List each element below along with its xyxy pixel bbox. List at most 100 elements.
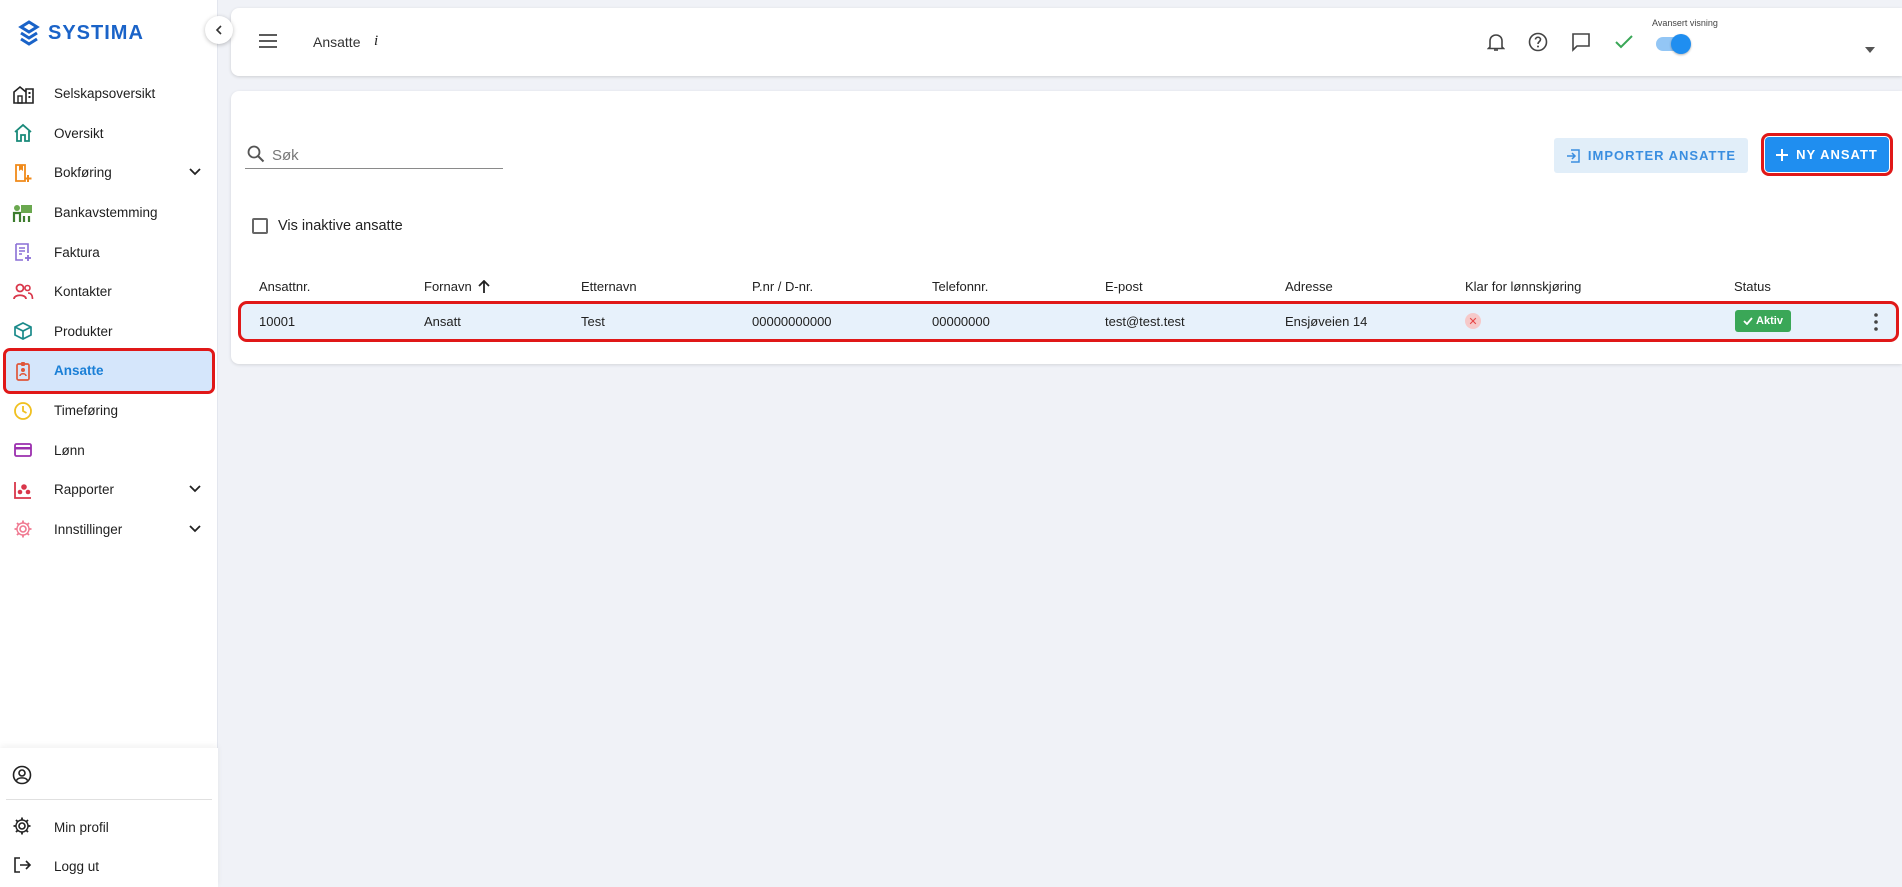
show-inactive-label: Vis inaktive ansatte (278, 218, 403, 234)
sidebar-item-bankavstemming[interactable]: Bankavstemming (0, 193, 218, 233)
column-header-label: Fornavn (424, 279, 472, 294)
logout-icon (12, 855, 32, 878)
logout-label: Logg ut (54, 859, 100, 874)
sidebar-item-faktura[interactable]: Faktura (0, 232, 218, 272)
building-icon (12, 83, 34, 105)
search-field[interactable] (245, 141, 503, 169)
logo-text: SYSTIMA (48, 21, 144, 44)
cell-telefon: 00000000 (932, 314, 990, 329)
sidebar-item-label: Faktura (54, 244, 100, 260)
clock-icon (12, 400, 34, 422)
sidebar-item-timeforing[interactable]: Timeføring (0, 391, 218, 431)
cell-epost: test@test.test (1105, 314, 1185, 329)
sidebar-item-label: Selskapsoversikt (54, 86, 156, 102)
cell-pnr: 00000000000 (752, 314, 832, 329)
column-header-telefon[interactable]: Telefonnr. (932, 279, 988, 294)
column-header-epost[interactable]: E-post (1105, 279, 1143, 294)
menu-icon[interactable] (259, 34, 277, 51)
column-header-status[interactable]: Status (1734, 279, 1771, 294)
sidebar-item-oversikt[interactable]: Oversikt (0, 114, 218, 154)
column-header-fornavn[interactable]: Fornavn (424, 279, 490, 294)
sidebar-item-lonn[interactable]: Lønn (0, 430, 218, 470)
sidebar-item-label: Bokføring (54, 165, 112, 181)
chevron-down-icon[interactable] (188, 165, 202, 182)
cube-icon (12, 320, 34, 342)
sidebar-item-ansatte[interactable]: Ansatte (3, 348, 215, 394)
gear-icon (12, 816, 32, 839)
column-header-etternavn[interactable]: Etternavn (581, 279, 637, 294)
cell-adresse: Ensjøveien 14 (1285, 314, 1368, 329)
chevron-down-icon[interactable] (188, 522, 202, 539)
invoice-icon (12, 241, 34, 263)
logo[interactable]: SYSTIMA (18, 20, 144, 46)
check-icon (1743, 317, 1753, 325)
divider (6, 799, 212, 800)
sidebar-item-label: Produkter (54, 323, 113, 339)
search-input[interactable] (272, 143, 497, 167)
sidebar-item-innstillinger[interactable]: Innstillinger (0, 510, 218, 550)
not-ready-icon: ✕ (1465, 313, 1481, 329)
sidebar-item-selskapsoversikt[interactable]: Selskapsoversikt (0, 74, 218, 114)
bank-icon (12, 202, 34, 224)
advanced-view-toggle[interactable] (1656, 34, 1691, 54)
import-icon (1566, 148, 1580, 163)
sidebar-item-label: Innstillinger (54, 521, 123, 537)
badge-icon (12, 360, 34, 382)
info-icon[interactable]: i (374, 33, 378, 50)
column-header-ansattnr[interactable]: Ansattnr. (259, 279, 310, 294)
advanced-view-label: Avansert visning (1652, 18, 1718, 28)
top-header: Ansatte i Avansert visning (231, 8, 1902, 76)
status-label: Aktiv (1756, 315, 1783, 327)
sidebar-item-label: Lønn (54, 442, 85, 458)
bell-icon[interactable] (1484, 30, 1508, 54)
sidebar-bottom: Min profil Logg ut (0, 748, 218, 887)
show-inactive-checkbox[interactable] (252, 218, 268, 234)
logout-link[interactable]: Logg ut (12, 855, 99, 878)
plus-icon (1776, 148, 1789, 161)
home-icon (12, 122, 34, 144)
cell-etternavn: Test (581, 314, 605, 329)
chevron-left-icon (215, 25, 222, 35)
table-row[interactable]: 10001 Ansatt Test 00000000000 00000000 t… (238, 301, 1899, 342)
sidebar-item-label: Oversikt (54, 125, 104, 141)
sidebar: SYSTIMA Selskapsoversikt Oversikt Bokfør… (0, 0, 218, 887)
sidebar-item-bokforing[interactable]: Bokføring (0, 153, 218, 193)
cell-ansattnr: 10001 (259, 314, 296, 329)
status-badge: Aktiv (1735, 310, 1791, 332)
collapse-sidebar-button[interactable] (205, 16, 233, 44)
chart-icon (12, 479, 34, 501)
card-icon (12, 439, 34, 461)
more-options-icon[interactable] (1871, 312, 1881, 332)
sort-ascending-icon (478, 279, 490, 293)
toggle-knob (1671, 34, 1691, 54)
sidebar-item-produkter[interactable]: Produkter (0, 312, 218, 352)
chevron-down-icon[interactable] (188, 482, 202, 499)
new-employee-label: NY ANSATT (1796, 147, 1878, 162)
show-inactive-toggle[interactable]: Vis inaktive ansatte (252, 218, 403, 234)
sidebar-item-label: Ansatte (54, 363, 104, 379)
import-employees-button[interactable]: IMPORTER ANSATTE (1554, 138, 1748, 173)
cog-icon (12, 518, 34, 540)
help-icon[interactable] (1526, 30, 1550, 54)
page-title: Ansatte (313, 34, 361, 50)
systima-logo-icon (18, 20, 40, 46)
column-header-ready-payroll[interactable]: Klar for lønnskjøring (1465, 279, 1581, 294)
caret-down-icon[interactable] (1865, 40, 1875, 56)
search-icon (247, 145, 265, 166)
employees-card: IMPORTER ANSATTE NY ANSATT Vis inaktive … (231, 91, 1902, 364)
sidebar-item-kontakter[interactable]: Kontakter (0, 272, 218, 312)
import-label: IMPORTER ANSATTE (1587, 148, 1737, 163)
sidebar-item-rapporter[interactable]: Rapporter (0, 470, 218, 510)
sidebar-item-label: Rapporter (54, 482, 115, 498)
new-employee-button[interactable]: NY ANSATT (1761, 133, 1893, 176)
contacts-icon (12, 281, 34, 303)
chat-icon[interactable] (1569, 30, 1593, 54)
my-profile-link[interactable]: Min profil (12, 816, 109, 839)
user-avatar-button[interactable] (12, 765, 32, 788)
column-header-pnr[interactable]: P.nr / D-nr. (752, 279, 813, 294)
user-circle-icon (12, 765, 32, 788)
check-icon[interactable] (1612, 30, 1636, 54)
sidebar-nav: Selskapsoversikt Oversikt Bokføring Bank… (0, 74, 218, 549)
sidebar-item-label: Kontakter (54, 284, 112, 300)
column-header-adresse[interactable]: Adresse (1285, 279, 1333, 294)
